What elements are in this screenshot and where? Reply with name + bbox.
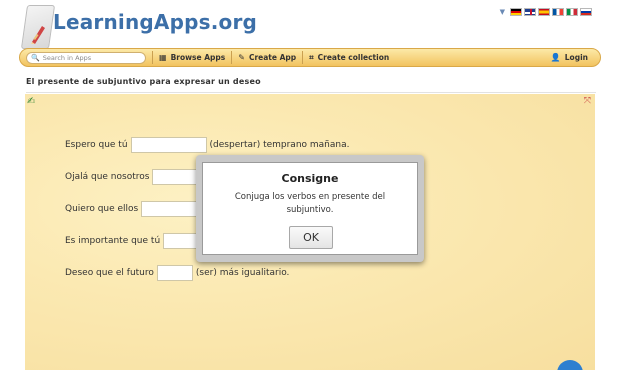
- sentence-3: Quiero que ellos: [65, 201, 198, 217]
- instructions-dialog: Consigne Conjuga los verbos en presente …: [202, 162, 418, 255]
- fullscreen-icon[interactable]: ⤧: [584, 96, 591, 106]
- flag-it-icon[interactable]: [566, 8, 578, 16]
- answer-input-4[interactable]: [163, 233, 200, 249]
- login-link[interactable]: 👤 Login: [551, 53, 588, 62]
- dialog-text: Conjuga los verbos en presente del subju…: [234, 192, 386, 215]
- language-selector[interactable]: ▼: [500, 8, 592, 16]
- learningapps-page: LearningApps.org ▼ 🔍 Search in Apps ▦ Br…: [0, 0, 620, 370]
- nav-divider: [152, 51, 153, 64]
- edit-icon[interactable]: ✍: [27, 96, 35, 107]
- answer-input-2[interactable]: [152, 169, 199, 185]
- answer-input-1[interactable]: [130, 137, 207, 153]
- collection-icon: ⌗: [309, 52, 314, 62]
- sentence-2: Ojalá que nosotros: [65, 169, 199, 185]
- sentence-1: Espero que tú (despertar) temprano mañan…: [65, 137, 349, 153]
- flag-es-icon[interactable]: [538, 8, 550, 16]
- grid-icon: ▦: [159, 53, 167, 62]
- ok-button[interactable]: OK: [289, 226, 333, 249]
- flag-ru-icon[interactable]: [580, 8, 592, 16]
- sentence-5: Deseo que el futuro (ser) más igualitari…: [65, 265, 289, 281]
- answer-input-3[interactable]: [141, 201, 198, 217]
- page-title: El presente de subjuntivo para expresar …: [26, 77, 261, 86]
- user-icon: 👤: [550, 53, 561, 62]
- answer-input-5[interactable]: [156, 265, 193, 281]
- create-collection-link[interactable]: ⌗ Create collection: [309, 53, 389, 63]
- flag-fr-icon[interactable]: [552, 8, 564, 16]
- pencil-logo-icon: [31, 26, 45, 44]
- nav-divider: [302, 51, 304, 64]
- pencil-icon: ✎: [238, 53, 245, 62]
- create-app-link[interactable]: ✎ Create App: [238, 53, 296, 62]
- search-placeholder: Search in Apps: [42, 53, 92, 62]
- search-input[interactable]: 🔍 Search in Apps: [26, 51, 146, 64]
- flag-gb-icon[interactable]: [524, 8, 536, 16]
- flag-de-icon[interactable]: [510, 8, 522, 16]
- nav-divider: [231, 51, 233, 64]
- dialog-title: Consigne: [281, 172, 339, 185]
- browse-apps-link[interactable]: ▦ Browse Apps: [159, 53, 225, 62]
- logo-text[interactable]: LearningApps.org: [53, 10, 257, 34]
- sentence-4: Es importante que tú: [65, 233, 200, 249]
- search-icon: 🔍: [31, 53, 40, 62]
- title-divider: [26, 92, 596, 93]
- chevron-down-icon[interactable]: ▼: [500, 8, 505, 16]
- main-navbar: 🔍 Search in Apps ▦ Browse Apps ✎ Create …: [19, 48, 601, 67]
